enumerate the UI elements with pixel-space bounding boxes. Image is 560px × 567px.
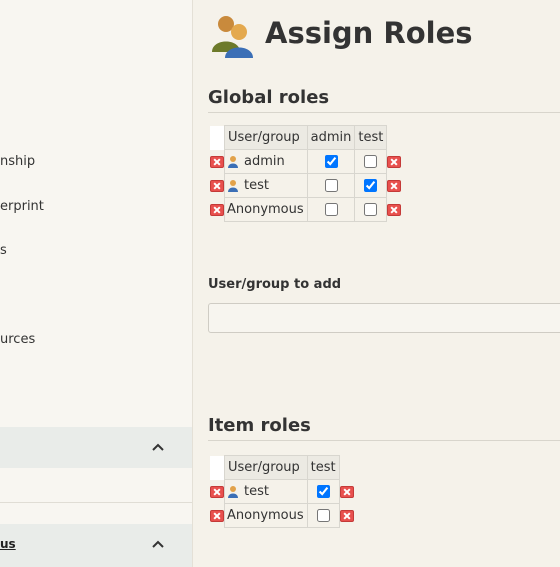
chevron-up-icon[interactable] <box>150 536 166 552</box>
delete-x-icon[interactable] <box>387 179 402 192</box>
table-corner <box>210 125 225 150</box>
table-header-row: User/group admin test <box>210 125 401 150</box>
sidebar-item-ownership[interactable]: nship <box>0 154 192 169</box>
delete-x-icon[interactable] <box>339 485 354 498</box>
delete-x-icon[interactable] <box>210 203 224 216</box>
role-checkbox[interactable] <box>364 203 378 216</box>
delete-x-icon[interactable] <box>210 155 224 168</box>
sidebar-item-label: nship <box>0 154 36 169</box>
table-row: test <box>210 173 402 198</box>
column-header-test: test <box>354 125 388 150</box>
sidebar-item-resources[interactable]: urces <box>0 332 192 347</box>
item-roles-title: Item roles <box>208 415 311 436</box>
delete-x-icon[interactable] <box>210 485 224 498</box>
row-name: Anonymous <box>227 508 304 523</box>
section-divider <box>208 112 560 113</box>
column-header-user-group: User/group <box>224 125 308 150</box>
row-name: admin <box>244 154 285 169</box>
row-name: test <box>244 484 269 499</box>
sidebar: nship erprint s urces us <box>0 0 193 567</box>
sidebar-item-label: erprint <box>0 199 44 214</box>
delete-x-icon[interactable] <box>210 179 224 192</box>
delete-x-icon[interactable] <box>387 155 402 168</box>
sidebar-item-fingerprint[interactable]: erprint <box>0 199 192 214</box>
table-row: Anonymous <box>210 197 402 222</box>
item-roles-table: User/group test test Anonymous <box>210 455 354 528</box>
sidebar-item-label: s <box>0 243 7 258</box>
sidebar-panel-header-2[interactable]: us <box>0 524 192 567</box>
sidebar-panel-label[interactable]: us <box>0 537 16 551</box>
role-checkbox[interactable] <box>316 509 330 522</box>
role-checkbox[interactable] <box>364 155 378 168</box>
table-row: test <box>210 479 354 504</box>
delete-x-icon[interactable] <box>210 509 224 522</box>
delete-x-icon[interactable] <box>339 509 354 522</box>
chevron-up-icon[interactable] <box>150 439 166 455</box>
users-group-icon <box>212 16 253 58</box>
global-roles-table: User/group admin test admin test Anonymo… <box>210 125 402 222</box>
table-row: Anonymous <box>210 503 354 528</box>
table-header-row: User/group test <box>210 455 354 480</box>
page-title: Assign Roles <box>265 16 473 50</box>
column-header-admin: admin <box>306 125 356 150</box>
user-icon <box>228 156 238 168</box>
sidebar-divider <box>0 502 192 503</box>
role-checkbox[interactable] <box>364 179 378 192</box>
global-roles-title: Global roles <box>208 87 330 108</box>
role-checkbox[interactable] <box>316 485 330 498</box>
sidebar-item-label: urces <box>0 332 36 347</box>
user-group-to-add-label: User/group to add <box>208 277 342 292</box>
table-corner <box>210 455 225 480</box>
user-icon <box>228 180 238 192</box>
table-row: admin <box>210 149 402 174</box>
column-header-user-group: User/group <box>224 455 308 480</box>
user-group-input[interactable] <box>208 303 560 333</box>
user-icon <box>228 486 238 498</box>
row-name: Anonymous <box>227 202 304 217</box>
row-name: test <box>244 178 269 193</box>
sidebar-panel-header[interactable] <box>0 427 192 468</box>
delete-x-icon[interactable] <box>387 203 402 216</box>
role-checkbox[interactable] <box>324 203 338 216</box>
sidebar-item-3[interactable]: s <box>0 243 192 258</box>
role-checkbox[interactable] <box>324 155 338 168</box>
column-header-test: test <box>306 455 340 480</box>
role-checkbox[interactable] <box>324 179 338 192</box>
section-divider <box>208 440 560 441</box>
